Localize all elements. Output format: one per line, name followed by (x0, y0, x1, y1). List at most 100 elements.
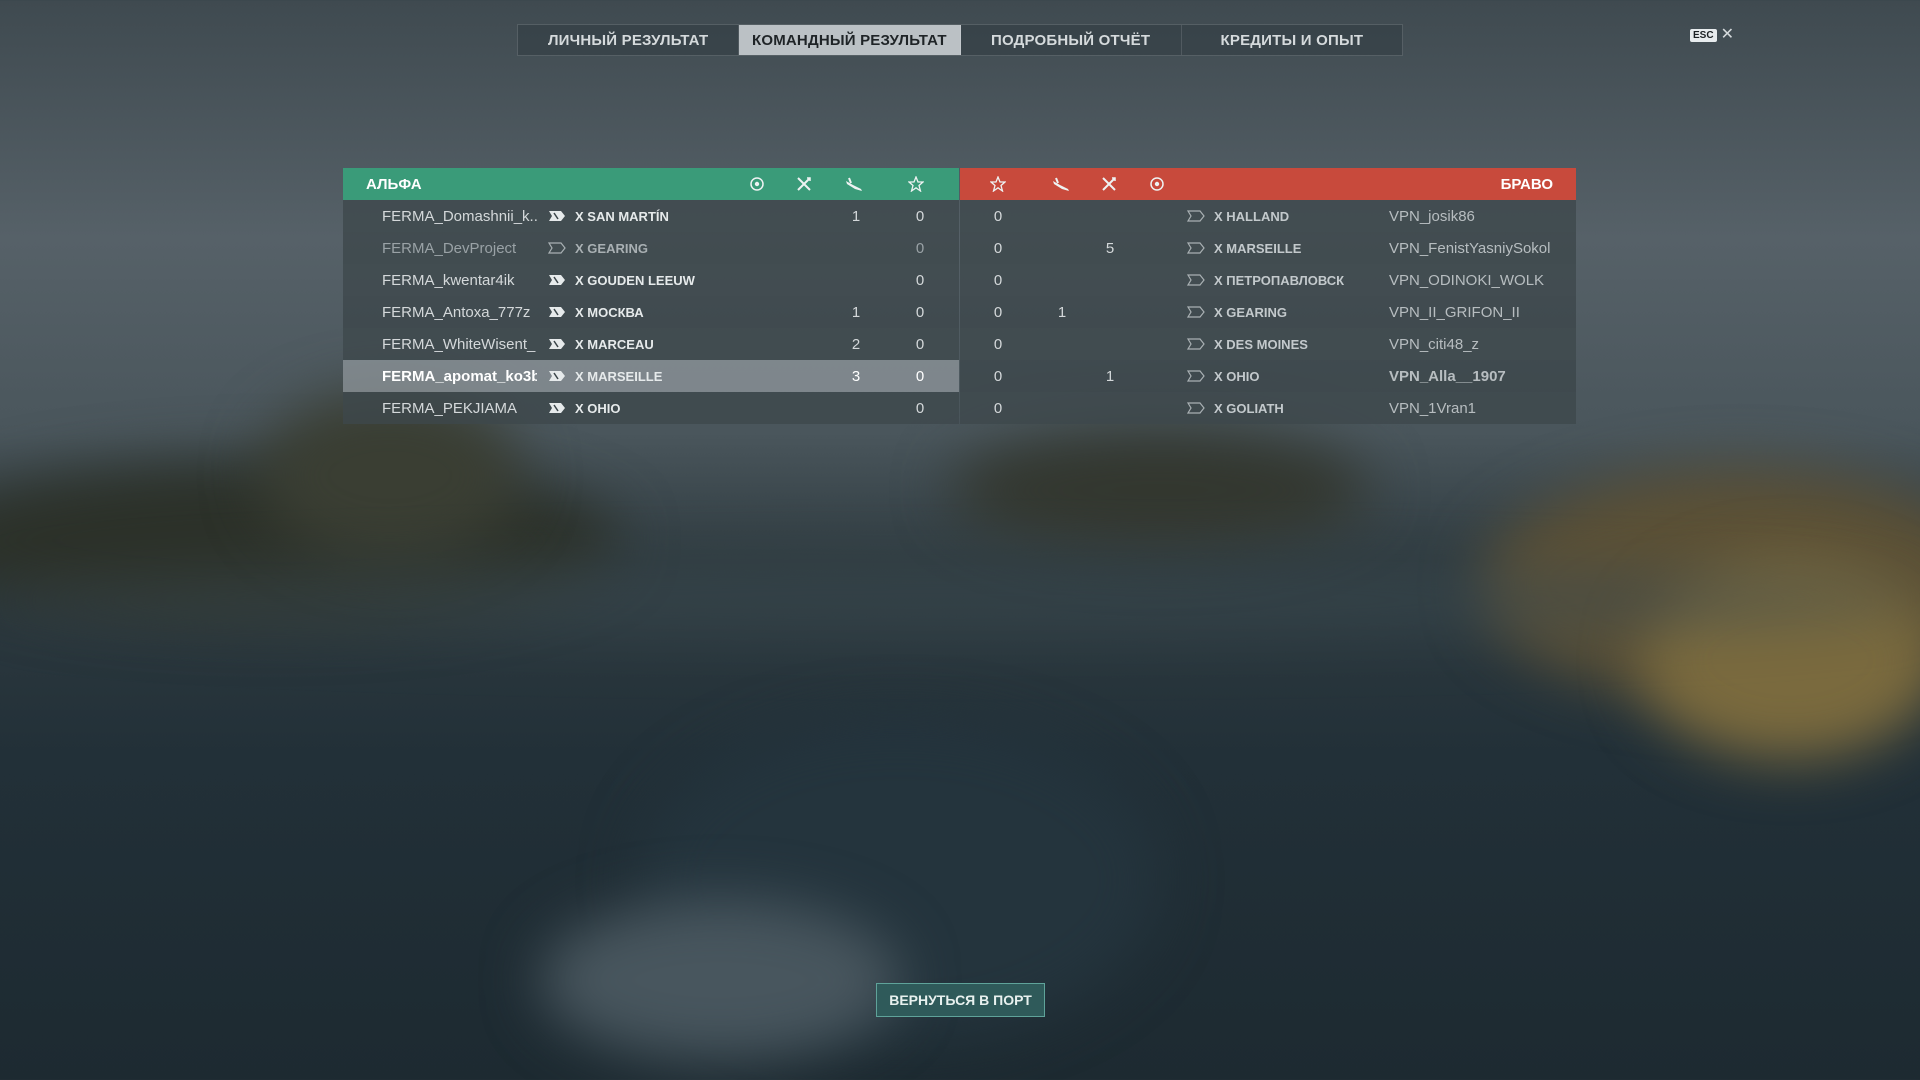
planes-icon (845, 175, 863, 193)
ship-name: X MARSEILLE (575, 368, 663, 384)
planes-count: 3 (851, 367, 861, 385)
frags-count (1100, 200, 1120, 232)
alpha-player-entry[interactable]: FERMA_kwentar4ik X GOUDEN LEEUW 0 (343, 264, 959, 296)
player-name: VPN_1Vran1 (1389, 399, 1476, 417)
alpha-team-header: АЛЬФА (343, 168, 959, 200)
score-count: 0 (993, 207, 1003, 225)
ship-class-icon (548, 360, 568, 392)
frags-count: 5 (1105, 239, 1115, 257)
bravo-player-entry[interactable]: 0 1 X GEARING VPN_II_GRIFON_II (960, 296, 1576, 328)
tab-personal-result[interactable]: ЛИЧНЫЙ РЕЗУЛЬТАТ (518, 25, 740, 55)
table-row: FERMA_Antoxa_777z X МОСКВА 1 0 0 1 X GEARING VP… (343, 296, 1576, 328)
planes-count (846, 264, 866, 296)
ship-name: X MARCEAU (575, 336, 654, 352)
ship-name: X GEARING (1214, 304, 1287, 320)
bravo-player-entry[interactable]: 0 X ПЕТРОПАВЛОВСК VPN_ODINOKI_WOLK (960, 264, 1576, 296)
ship-class-icon (1187, 392, 1207, 424)
alpha-player-entry[interactable]: FERMA_apomat_ko3bl_ X MARSEILLE 3 0 (343, 360, 959, 392)
player-name: FERMA_Antoxa_777z (382, 303, 531, 321)
ship-name: X MARSEILLE (1214, 240, 1302, 256)
return-to-port-button[interactable]: ВЕРНУТЬСЯ В ПОРТ (876, 983, 1045, 1017)
frags-count: 1 (1105, 367, 1115, 385)
frags-count (1100, 264, 1120, 296)
tab-detailed-report[interactable]: ПОДРОБНЫЙ ОТЧЁТ (961, 25, 1182, 55)
alpha-player-entry[interactable]: FERMA_DevProject X GEARING 0 (343, 232, 959, 264)
frags-icon (1100, 175, 1118, 193)
star-icon (989, 175, 1007, 193)
player-name: VPN_citi48_z (1389, 335, 1480, 353)
score-count: 0 (993, 367, 1003, 385)
ship-name: X OHIO (1214, 368, 1260, 384)
ship-name: X OHIO (575, 400, 621, 416)
score-count: 0 (915, 335, 925, 353)
alpha-player-entry[interactable]: FERMA_Antoxa_777z X МОСКВА 1 0 (343, 296, 959, 328)
player-name: VPN_josik86 (1389, 207, 1475, 225)
alpha-player-entry[interactable]: FERMA_WhiteWisent_ X MARCEAU 2 0 (343, 328, 959, 360)
frags-icon (795, 175, 813, 193)
player-name: FERMA_kwentar4ik (382, 271, 515, 289)
planes-count (846, 232, 866, 264)
ship-class-icon (548, 328, 568, 360)
planes-count (1052, 264, 1072, 296)
planes-count (846, 392, 866, 424)
score-count: 0 (915, 303, 925, 321)
ship-class-icon (1187, 328, 1207, 360)
esc-close-button[interactable]: ESC ✕ (1690, 27, 1734, 43)
score-count: 0 (915, 399, 925, 417)
ship-class-icon (1187, 232, 1207, 264)
ship-name: X ПЕТРОПАВЛОВСК (1214, 272, 1345, 288)
ship-name: X GOUDEN LEEUW (575, 272, 695, 288)
score-count: 0 (915, 239, 925, 257)
tab-team-result[interactable]: КОМАНДНЫЙ РЕЗУЛЬТАТ (739, 25, 961, 55)
alpha-player-entry[interactable]: FERMA_PEKJIAMA X OHIO 0 (343, 392, 959, 424)
player-rows: FERMA_Domashnii_k... X SAN MARTÍN 1 0 0 X HAL… (343, 200, 1576, 424)
planes-count (1052, 232, 1072, 264)
tab-credits-xp[interactable]: КРЕДИТЫ И ОПЫТ (1182, 25, 1402, 55)
bravo-player-entry[interactable]: 0 X HALLAND VPN_josik86 (960, 200, 1576, 232)
table-row: FERMA_apomat_ko3bl_ X MARSEILLE 3 0 0 1 X OHIO… (343, 360, 1576, 392)
bravo-player-entry[interactable]: 0 5 X MARSEILLE VPN_FenistYasniySokol (960, 232, 1576, 264)
frags-count (1100, 392, 1120, 424)
bravo-player-entry[interactable]: 0 1 X OHIO VPN_Alla__1907 (960, 360, 1576, 392)
planes-count: 1 (851, 303, 861, 321)
ship-class-icon (548, 264, 568, 296)
score-count: 0 (915, 207, 925, 225)
player-name: FERMA_Domashnii_k... (382, 207, 537, 225)
base-capture-icon (1148, 175, 1166, 193)
close-icon[interactable]: ✕ (1721, 27, 1734, 43)
table-row: FERMA_PEKJIAMA X OHIO 0 0 X GOLIATH VPN_1Vran… (343, 392, 1576, 424)
score-count: 0 (993, 303, 1003, 321)
esc-key-badge: ESC (1690, 28, 1717, 42)
team-results-board: АЛЬФА БРАВО FERMA_Domashnii_k... X SAN M… (343, 168, 1576, 424)
alpha-player-entry[interactable]: FERMA_Domashnii_k... X SAN MARTÍN 1 0 (343, 200, 959, 232)
ship-name: X GEARING (575, 240, 648, 256)
bravo-player-entry[interactable]: 0 X GOLIATH VPN_1Vran1 (960, 392, 1576, 424)
ship-class-icon (1187, 296, 1207, 328)
ship-class-icon (1187, 360, 1207, 392)
team-header-row: АЛЬФА БРАВО (343, 168, 1576, 200)
ship-name: X МОСКВА (575, 304, 644, 320)
planes-count (1052, 328, 1072, 360)
score-count: 0 (993, 271, 1003, 289)
planes-count (1052, 200, 1072, 232)
result-tabs: ЛИЧНЫЙ РЕЗУЛЬТАТ КОМАНДНЫЙ РЕЗУЛЬТАТ ПОД… (517, 24, 1403, 56)
table-row: FERMA_WhiteWisent_ X MARCEAU 2 0 0 X DES MOIN… (343, 328, 1576, 360)
bravo-team-header: БРАВО (960, 168, 1576, 200)
player-name: FERMA_PEKJIAMA (382, 399, 518, 417)
player-name: VPN_FenistYasniySokol (1389, 239, 1551, 257)
alpha-team-name: АЛЬФА (366, 175, 422, 193)
bravo-team-name: БРАВО (1500, 175, 1553, 193)
bravo-player-entry[interactable]: 0 X DES MOINES VPN_citi48_z (960, 328, 1576, 360)
planes-icon (1052, 175, 1070, 193)
ship-name: X DES MOINES (1214, 336, 1308, 352)
player-name: FERMA_apomat_ko3bl_ (382, 367, 537, 385)
background-scene (0, 0, 1920, 1080)
score-count: 0 (915, 271, 925, 289)
ship-name: X SAN MARTÍN (575, 208, 669, 224)
planes-count (1052, 360, 1072, 392)
player-name: FERMA_DevProject (382, 239, 517, 257)
ship-class-icon (548, 200, 568, 232)
planes-count: 2 (851, 335, 861, 353)
frags-count (1100, 328, 1120, 360)
star-icon (907, 175, 925, 193)
